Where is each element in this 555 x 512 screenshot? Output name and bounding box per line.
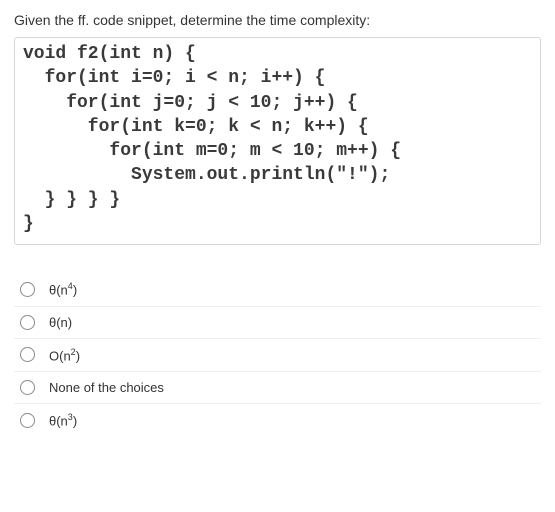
option-label: θ(n4) (49, 281, 77, 297)
code-line: void f2(int n) { (23, 42, 532, 66)
option-label: O(n2) (49, 347, 80, 363)
code-line: } (23, 212, 532, 236)
option-label: θ(n) (49, 315, 72, 330)
options-list: θ(n4) θ(n) O(n2) None of the choices θ(n… (14, 273, 541, 436)
code-snippet: void f2(int n) { for(int i=0; i < n; i++… (14, 37, 541, 245)
option-label: θ(n3) (49, 412, 77, 428)
option-none[interactable]: None of the choices (14, 372, 541, 404)
code-line: } } } } (23, 188, 532, 212)
radio-icon (20, 315, 35, 330)
option-big-o-n2[interactable]: O(n2) (14, 339, 541, 372)
radio-icon (20, 282, 35, 297)
code-line: System.out.println("!"); (23, 163, 532, 187)
code-line: for(int k=0; k < n; k++) { (23, 115, 532, 139)
code-line: for(int j=0; j < 10; j++) { (23, 91, 532, 115)
option-theta-n[interactable]: θ(n) (14, 307, 541, 339)
option-theta-n4[interactable]: θ(n4) (14, 273, 541, 306)
option-theta-n3[interactable]: θ(n3) (14, 404, 541, 436)
question-text: Given the ff. code snippet, determine th… (14, 10, 541, 31)
code-line: for(int m=0; m < 10; m++) { (23, 139, 532, 163)
code-line: for(int i=0; i < n; i++) { (23, 66, 532, 90)
radio-icon (20, 347, 35, 362)
option-label: None of the choices (49, 380, 164, 395)
radio-icon (20, 380, 35, 395)
radio-icon (20, 413, 35, 428)
